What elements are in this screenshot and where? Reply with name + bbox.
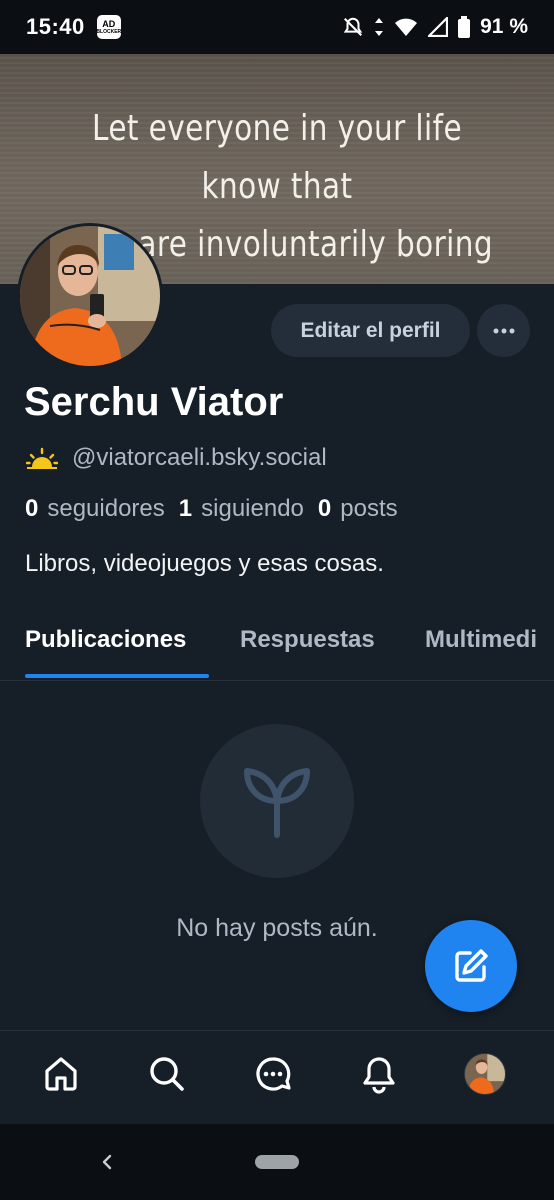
active-tab-indicator xyxy=(25,674,209,678)
posts-stat: 0 posts xyxy=(317,495,398,522)
profile-avatar[interactable] xyxy=(17,223,163,369)
more-options-button[interactable] xyxy=(477,304,530,357)
sprout-icon xyxy=(244,768,310,838)
nav-chat[interactable] xyxy=(250,1051,296,1097)
chat-icon xyxy=(256,1057,291,1091)
tab-multimedia[interactable]: Multimedi xyxy=(425,626,537,654)
adblocker-icon: AD BLOCKER xyxy=(96,15,121,39)
search-icon xyxy=(150,1057,184,1091)
display-name: Serchu Viator xyxy=(24,380,284,424)
nav-search[interactable] xyxy=(144,1051,190,1097)
following-stat[interactable]: 1 siguiendo xyxy=(179,495,304,523)
nav-notifications[interactable] xyxy=(356,1051,402,1097)
nav-home[interactable] xyxy=(38,1051,84,1097)
bottom-navigation xyxy=(0,1030,554,1125)
handle-row: @viatorcaeli.bsky.social xyxy=(26,444,327,472)
profile-tabs: Publicaciones Respuestas Multimedi xyxy=(0,620,554,681)
edit-profile-button[interactable]: Editar el perfil xyxy=(271,304,470,357)
mute-icon xyxy=(343,17,363,36)
home-pill[interactable] xyxy=(255,1155,299,1169)
compose-post-button[interactable] xyxy=(425,920,517,1012)
wifi-icon xyxy=(395,18,418,36)
profile-bio: Libros, videojuegos y esas cosas. xyxy=(25,550,384,577)
nav-profile[interactable] xyxy=(462,1051,508,1097)
compose-icon xyxy=(455,949,488,982)
profile-avatar xyxy=(464,1053,506,1095)
signal-icon xyxy=(428,17,449,37)
followers-stat[interactable]: 0 seguidores xyxy=(25,495,165,523)
system-navigation-bar xyxy=(0,1124,554,1200)
back-icon[interactable] xyxy=(98,1150,116,1174)
status-time: 15:40 xyxy=(26,14,85,39)
status-bar: 15:40 AD BLOCKER 91 % xyxy=(0,0,554,54)
bell-icon xyxy=(363,1057,395,1094)
sunrise-icon xyxy=(26,447,58,469)
battery-percent: 91 % xyxy=(480,15,528,38)
empty-state-illustration xyxy=(200,724,354,878)
handle[interactable]: @viatorcaeli.bsky.social xyxy=(72,444,327,472)
profile-stats: 0 seguidores 1 siguiendo 0 posts xyxy=(25,495,398,523)
tab-publicaciones[interactable]: Publicaciones xyxy=(25,626,186,654)
battery-icon xyxy=(458,16,471,38)
tab-respuestas[interactable]: Respuestas xyxy=(240,626,375,654)
ellipsis-icon xyxy=(493,328,514,333)
home-icon xyxy=(45,1057,77,1091)
data-arrows-icon xyxy=(375,18,384,36)
